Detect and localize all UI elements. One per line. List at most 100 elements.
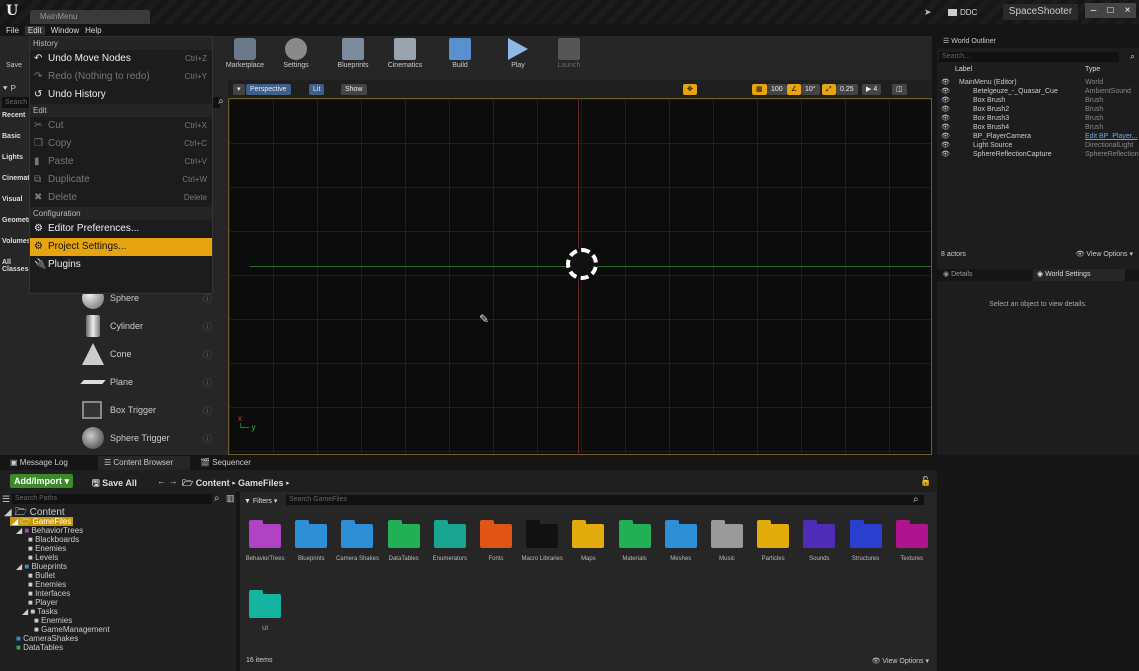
level-tab[interactable]: MainMenu [30, 10, 150, 24]
folder-item[interactable]: Structures [842, 520, 888, 588]
tree-item[interactable]: ■ Enemies [4, 544, 236, 553]
tree-item[interactable]: ■ Interfaces [4, 589, 236, 598]
ddc-indicator[interactable]: DDC [948, 8, 977, 17]
maximize-viewport-icon[interactable]: ◫ [892, 84, 907, 95]
directional-light-icon[interactable] [566, 248, 598, 280]
rotation-snap-icon[interactable]: ∠ [787, 84, 802, 95]
tree-item[interactable]: ■ GameManagement [4, 625, 236, 634]
category-tab[interactable]: Lights [0, 154, 32, 175]
shape-item[interactable]: Box Trigger ⓘ [82, 396, 212, 424]
tree-item[interactable]: ◢ ■ Tasks [4, 607, 236, 616]
list-item[interactable]: 👁 Box Brush2 Brush [937, 105, 1139, 114]
asset-view-options-button[interactable]: 👁 View Options ▾ [872, 657, 929, 665]
play-button[interactable]: Play [494, 38, 542, 69]
eye-icon[interactable]: 👁 [941, 105, 950, 114]
world-settings-tab[interactable]: ◉ World Settings [1033, 269, 1125, 281]
list-item[interactable]: 👁 Box Brush4 Brush [937, 123, 1139, 132]
asset-search-input[interactable]: Search GameFiles [286, 495, 924, 505]
duplicate-menu-item[interactable]: ⧉ Duplicate Ctrl+W [30, 171, 212, 189]
breadcrumb-content[interactable]: Content [196, 478, 230, 488]
category-tab[interactable]: Visual [0, 196, 32, 217]
list-item[interactable]: 👁 Box Brush Brush [937, 96, 1139, 105]
folder-item[interactable]: DataTables [381, 520, 427, 588]
add-import-button[interactable]: Add/Import ▾ [10, 474, 74, 488]
project-settings-menu-item[interactable]: ⚙ Project Settings... [30, 238, 212, 256]
message-log-tab[interactable]: ▣ Message Log [10, 458, 68, 467]
paste-menu-item[interactable]: ▮ Paste Ctrl+V [30, 153, 212, 171]
save-all-button[interactable]: 🖫 Save All [92, 476, 137, 492]
collapse-icon[interactable]: ☰ [2, 494, 10, 505]
list-item[interactable]: 👁 MainMenu (Editor) World [937, 78, 1139, 87]
grid-snap-icon[interactable]: ▦ [752, 84, 767, 95]
outliner-tab[interactable]: ☰ World Outliner [937, 36, 1139, 48]
type-column-header[interactable]: Type [1085, 66, 1100, 73]
transform-icon[interactable]: ✥ [683, 84, 697, 95]
outliner-view-options-button[interactable]: 👁 View Options ▾ [1076, 248, 1133, 262]
marketplace-button[interactable]: Marketplace [221, 38, 269, 69]
show-button[interactable]: Show [341, 84, 367, 95]
close-button[interactable]: × [1119, 3, 1136, 18]
folder-item[interactable]: Particles [750, 520, 796, 588]
folder-item[interactable]: Macro Libraries [519, 520, 565, 588]
details-tab[interactable]: ◉ Details [943, 269, 972, 281]
label-column-header[interactable]: Label [955, 66, 972, 73]
launch-button[interactable]: Launch [545, 38, 593, 69]
category-tab[interactable]: Recent [0, 112, 32, 133]
shape-item[interactable]: Cylinder ⓘ [82, 312, 212, 340]
tree-item[interactable]: ■ DataTables [4, 643, 236, 652]
tree-item[interactable]: ■ Blackboards [4, 535, 236, 544]
folder-item[interactable]: UI [242, 590, 288, 658]
list-item[interactable]: 👁 Box Brush3 Brush [937, 114, 1139, 123]
folder-item[interactable]: Sounds [796, 520, 842, 588]
folder-item[interactable]: Fonts [473, 520, 519, 588]
blueprints-button[interactable]: Blueprints [329, 38, 377, 69]
eye-icon[interactable]: 👁 [941, 87, 950, 96]
eye-icon[interactable]: 👁 [941, 150, 950, 159]
back-forward-buttons[interactable]: ← → [157, 476, 178, 486]
maximize-button[interactable]: □ [1102, 3, 1119, 18]
tree-item[interactable]: ■ Enemies [4, 580, 236, 589]
folder-item[interactable]: Enumerators [427, 520, 473, 588]
category-tab[interactable]: Geometry [0, 217, 35, 238]
category-tab[interactable]: Cinematic [0, 175, 35, 196]
list-item[interactable]: 👁 SphereReflectionCapture SphereReflection [937, 150, 1139, 159]
folder-item[interactable]: BehaviorTrees [242, 520, 288, 588]
sources-toggle-icon[interactable]: ▥ [226, 493, 235, 504]
tree-item[interactable]: ◢ ■ BehaviorTrees [4, 526, 236, 535]
category-tab[interactable]: Basic [0, 133, 32, 154]
shape-item[interactable]: Sphere Trigger ⓘ [82, 424, 212, 452]
folder-item[interactable]: Music [704, 520, 750, 588]
list-item[interactable]: 👁 BP_PlayerCamera Edit BP_Player... [937, 132, 1139, 141]
minimize-button[interactable]: – [1085, 3, 1102, 18]
eye-icon[interactable]: 👁 [941, 96, 950, 105]
tree-item[interactable]: ◢ 🗁 GameFiles [4, 517, 236, 526]
undo-menu-item[interactable]: ↶ Undo Move Nodes Ctrl+Z [30, 50, 212, 68]
rotation-snap-value[interactable]: 10° [801, 84, 820, 95]
notification-icon[interactable]: ➤ [924, 7, 934, 17]
folder-item[interactable]: Textures [889, 520, 935, 588]
tree-item[interactable]: ■ Player [4, 598, 236, 607]
eye-icon[interactable]: 👁 [941, 141, 950, 150]
scale-snap-icon[interactable]: ⤢ [822, 84, 836, 95]
perspective-button[interactable]: Perspective [246, 84, 291, 95]
shape-item[interactable]: Plane ⓘ [80, 368, 212, 396]
grid-snap-value[interactable]: 100 [767, 84, 787, 95]
menu-edit[interactable]: Edit [24, 25, 45, 35]
lit-button[interactable]: Lit [309, 84, 325, 95]
copy-menu-item[interactable]: ❐ Copy Ctrl+C [30, 135, 212, 153]
menu-file[interactable]: File [6, 26, 19, 35]
eye-icon[interactable]: 👁 [941, 123, 950, 132]
search-icon[interactable]: ⌕ [214, 493, 220, 504]
shape-item[interactable]: Cone ⓘ [82, 340, 212, 368]
search-icon[interactable]: ⌕ [913, 494, 919, 505]
search-paths-input[interactable]: Search Paths [12, 494, 212, 504]
search-icon[interactable]: ⌕ [218, 96, 224, 107]
folder-item[interactable]: Camera Shakes [334, 520, 380, 588]
scale-snap-value[interactable]: 0.25 [836, 84, 858, 95]
folder-item[interactable]: Materials [612, 520, 658, 588]
delete-menu-item[interactable]: ✖ Delete Delete [30, 189, 212, 207]
eye-icon[interactable]: 👁 [941, 114, 950, 123]
tree-item[interactable]: ■ Levels [4, 553, 236, 562]
tree-item[interactable]: ■ Enemies [4, 616, 236, 625]
category-tab[interactable]: All Classes [0, 259, 32, 280]
